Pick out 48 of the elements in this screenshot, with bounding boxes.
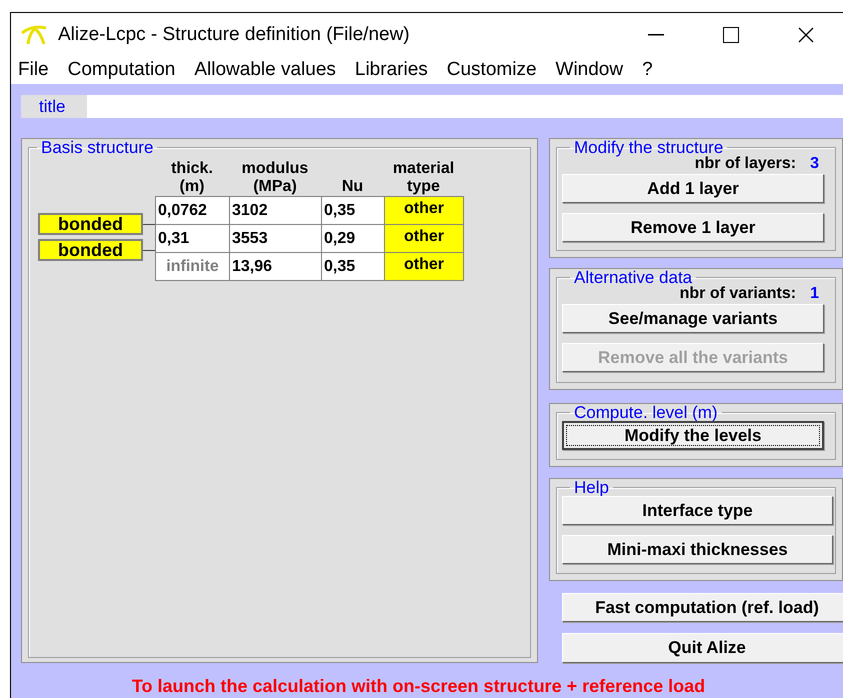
group-title: Help [573,479,610,496]
interface-type[interactable]: bonded [38,239,143,261]
material-cell[interactable]: other [384,196,464,225]
material-cell[interactable]: other [384,252,464,281]
group-title: Basis structure [40,139,154,156]
action-button[interactable]: Fast computation (ref. load) [562,593,843,622]
action-button[interactable]: Modify the levels [562,421,824,450]
column-header: Nu [340,178,364,196]
modulus-cell[interactable]: 13,96 [229,252,322,281]
count-value: 3 [810,156,819,172]
minimize-icon[interactable] [648,34,664,36]
window-title: Alize-Lcpc - Structure definition (File/new) [58,24,411,46]
column-header: modulus (MPa) [240,160,310,196]
count-label: nbr of layers: [694,156,796,172]
title-field[interactable] [87,95,843,118]
nu-cell[interactable]: 0,35 [321,252,385,281]
status-message: To launch the calculation with on-screen structure + reference load [130,676,706,697]
action-button[interactable]: Quit Alize [562,633,843,663]
maximize-icon[interactable] [722,26,738,42]
action-button[interactable]: Remove 1 layer [562,213,824,242]
count-value: 1 [810,286,819,302]
thickness-cell[interactable]: 0,31 [155,224,230,253]
menu-item[interactable]: File [18,59,49,81]
group-title: Modify the structure [573,139,724,156]
interface-type[interactable]: bonded [38,213,143,235]
group-title: Compute. level (m) [573,404,719,421]
group-title: Alternative data [573,269,692,286]
title-label: title [21,95,87,118]
action-button[interactable]: Add 1 layer [562,174,824,203]
count-label: nbr of variants: [680,286,796,302]
menu-item[interactable]: Libraries [354,59,428,81]
nu-cell[interactable]: 0,35 [321,196,385,225]
modulus-cell[interactable]: 3102 [229,196,322,225]
action-button[interactable]: See/manage variants [562,304,824,333]
action-button[interactable]: Mini-maxi thicknesses [562,535,833,564]
menu-item[interactable]: Customize [446,59,537,81]
menu-item[interactable]: Window [556,59,624,81]
modulus-cell[interactable]: 3553 [229,224,322,253]
menu-item[interactable]: Allowable values [194,59,336,81]
action-button[interactable]: Interface type [562,496,833,525]
menu-item[interactable]: Computation [68,59,176,81]
column-header: thick. (m) [170,160,214,196]
material-cell[interactable]: other [384,224,464,253]
nu-cell[interactable]: 0,29 [321,224,385,253]
close-icon[interactable] [798,26,814,42]
menu-item[interactable]: ? [642,59,653,81]
thickness-cell[interactable]: 0,0762 [155,196,230,225]
logo-icon [20,24,48,46]
